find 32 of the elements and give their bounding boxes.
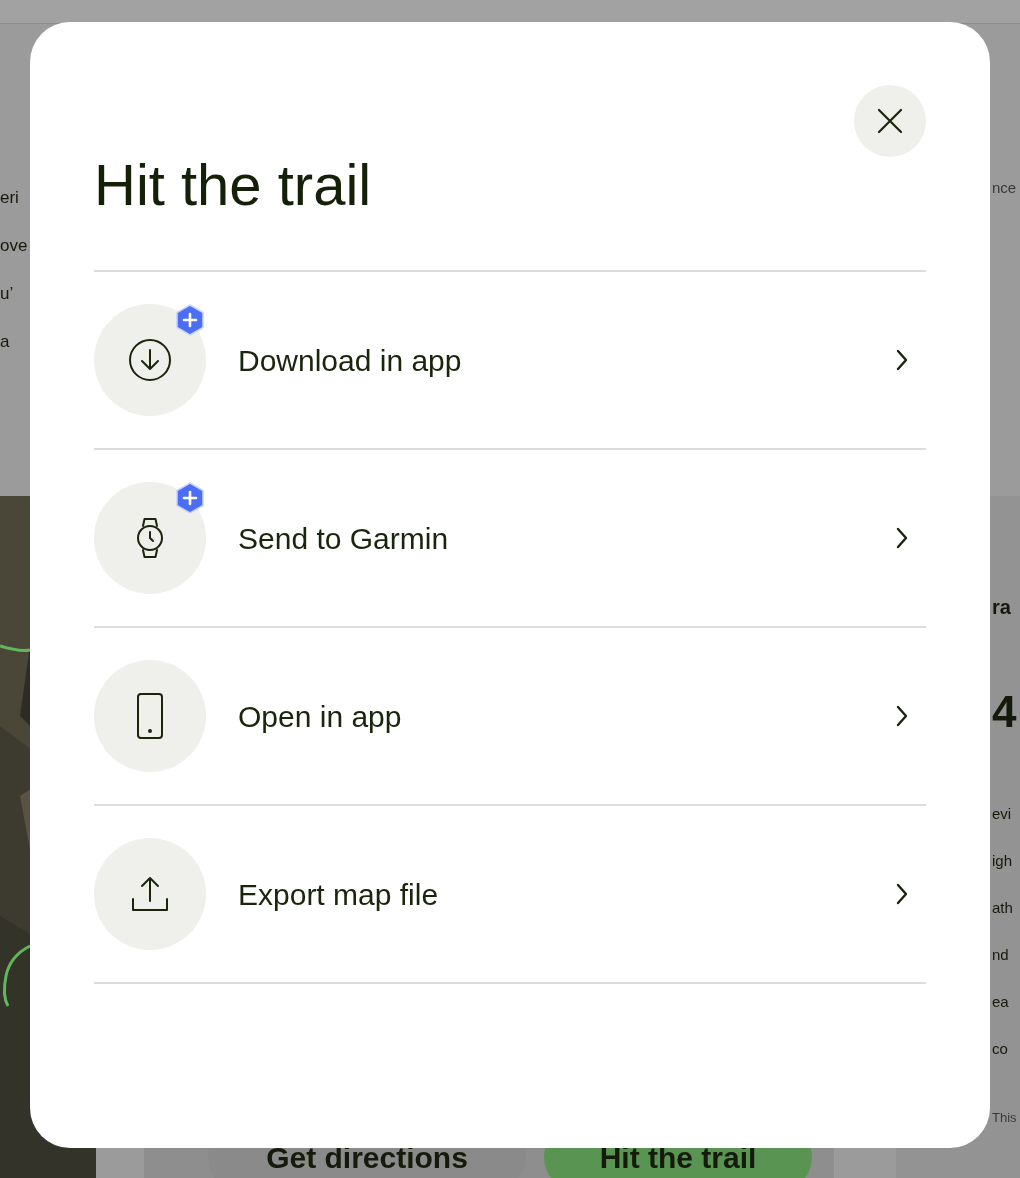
menu-item-label: Export map file: [238, 876, 440, 913]
text-fragment: eri: [0, 187, 19, 209]
panel-figure: 4: [992, 686, 1017, 738]
menu-item-label: Send to Garmin: [238, 520, 450, 557]
menu-item-label: Download in app: [238, 342, 463, 379]
chevron-right-icon: [896, 883, 908, 905]
text-fragment: ove: [0, 235, 28, 257]
text-fragment: This: [992, 1109, 1017, 1127]
text-fragment: ath: [992, 898, 1013, 918]
text-fragment: co: [992, 1039, 1008, 1059]
watch-icon: [136, 517, 164, 559]
dialog-title: Hit the trail: [94, 151, 372, 219]
panel-heading: ra: [992, 595, 1011, 620]
menu-item[interactable]: Open in app: [94, 628, 926, 806]
menu-item[interactable]: Export map file: [94, 806, 926, 984]
text-fragment: evi: [992, 804, 1012, 824]
text-fragment: a: [0, 331, 10, 353]
menu-item[interactable]: Download in app: [94, 272, 926, 450]
chevron-right-icon: [896, 705, 908, 727]
menu-item[interactable]: Send to Garmin: [94, 450, 926, 628]
chevron-right-icon: [896, 349, 908, 371]
menu-item-label: Open in app: [238, 698, 403, 735]
chevron-right-icon: [896, 527, 908, 549]
download-icon: [128, 338, 172, 382]
text-fragment: ea: [992, 992, 1009, 1012]
text-fragment: u’: [0, 283, 14, 305]
close-icon: [877, 108, 903, 134]
phone-icon: [136, 692, 164, 740]
upload-icon: [131, 875, 169, 913]
text-fragment: nd: [992, 945, 1009, 965]
text-fragment: nce: [992, 179, 1017, 196]
text-fragment: igh: [992, 851, 1013, 871]
